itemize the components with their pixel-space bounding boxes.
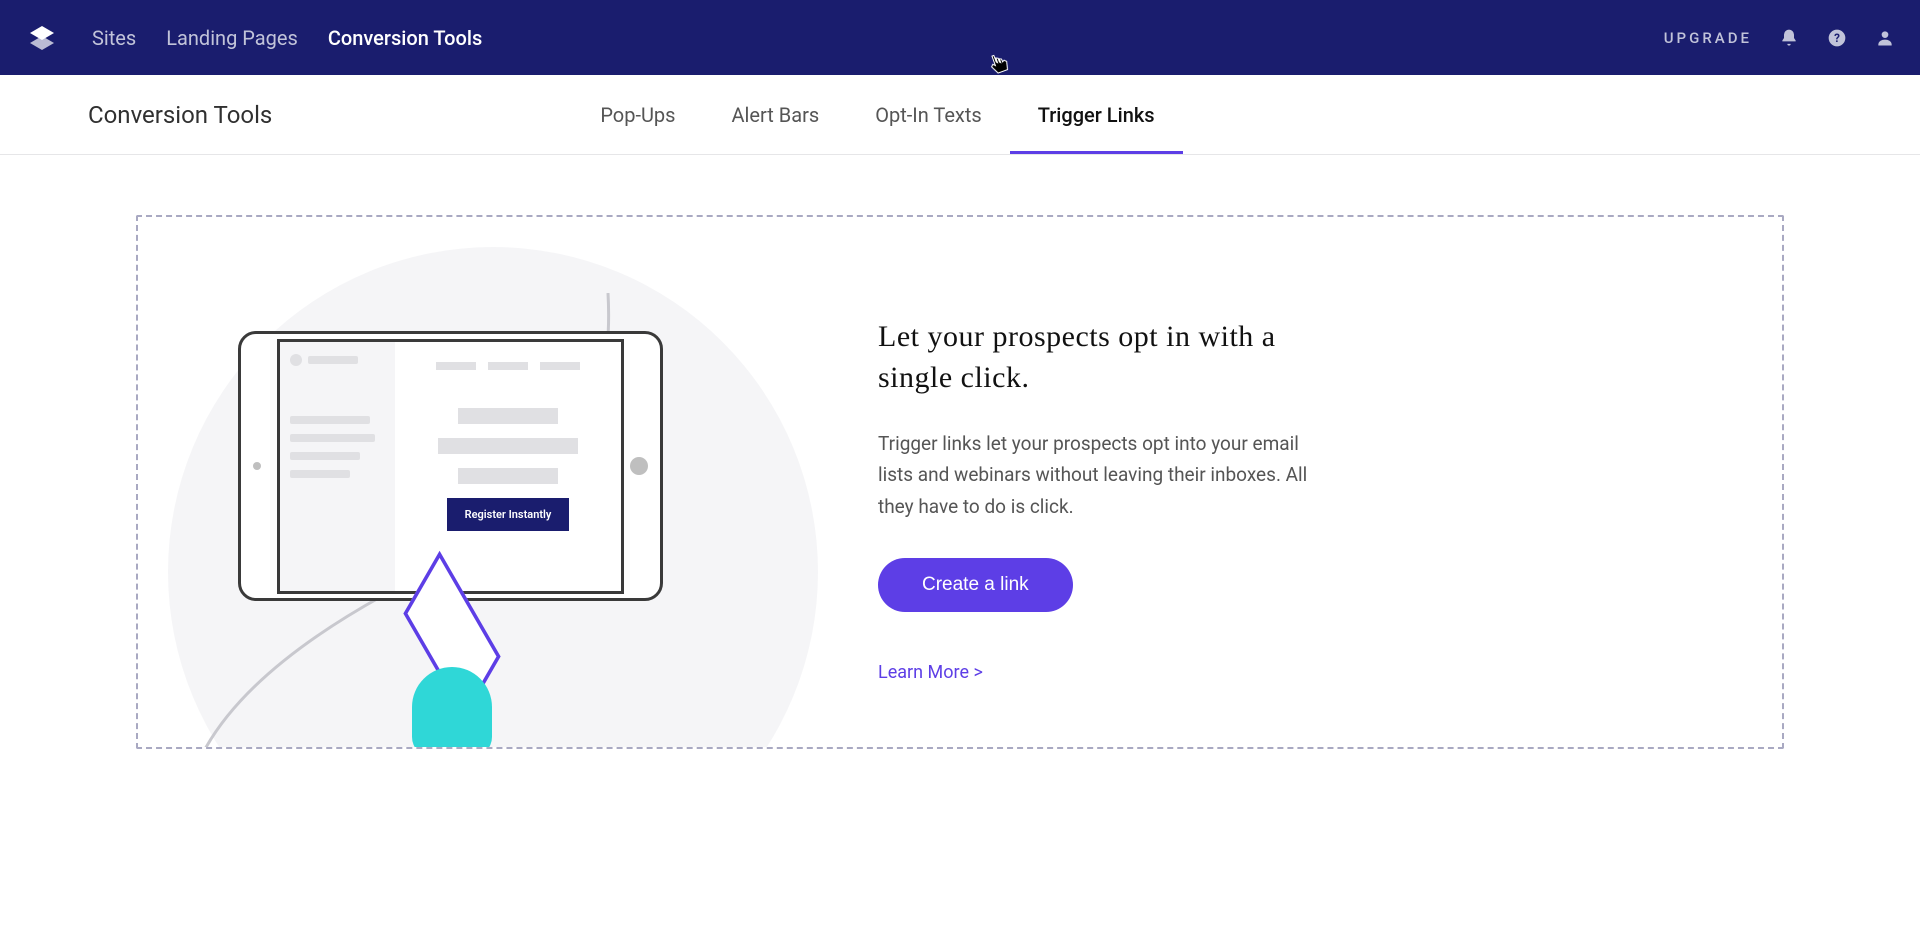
panel-description: Trigger links let your prospects opt int… [878,428,1318,522]
upgrade-link[interactable]: UPGRADE [1664,29,1752,47]
logo-icon[interactable] [24,20,60,56]
sub-navbar: Conversion Tools Pop-Ups Alert Bars Opt-… [0,75,1920,155]
learn-more-link[interactable]: Learn More > [878,662,1318,683]
user-icon[interactable] [1874,27,1896,49]
top-nav-links: Sites Landing Pages Conversion Tools [92,26,1664,50]
illustration-cta: Register Instantly [447,498,570,531]
create-link-button[interactable]: Create a link [878,558,1073,612]
tab-pop-ups[interactable]: Pop-Ups [572,75,703,154]
help-icon[interactable]: ? [1826,27,1848,49]
tab-alert-bars[interactable]: Alert Bars [704,75,848,154]
teal-shape-icon [412,667,492,749]
subnav-title: Conversion Tools [88,101,272,129]
panel-headline: Let your prospects opt in with a single … [878,317,1318,398]
tab-opt-in-texts[interactable]: Opt-In Texts [847,75,1009,154]
bell-icon[interactable] [1778,27,1800,49]
top-navbar: Sites Landing Pages Conversion Tools UPG… [0,0,1920,75]
tablet-illustration: Register Instantly [238,331,663,601]
illustration: Register Instantly [168,247,818,747]
nav-link-landing-pages[interactable]: Landing Pages [166,26,298,50]
empty-state-panel: Register Instantly Let your prospects op… [136,215,1784,749]
subnav-tabs: Pop-Ups Alert Bars Opt-In Texts Trigger … [572,75,1182,154]
nav-link-sites[interactable]: Sites [92,26,136,50]
nav-link-conversion-tools[interactable]: Conversion Tools [328,26,482,50]
content-area: Register Instantly Let your prospects op… [0,155,1920,789]
top-nav-right: UPGRADE ? [1664,27,1896,49]
panel-text-column: Let your prospects opt in with a single … [878,247,1318,747]
svg-text:?: ? [1834,31,1840,45]
tab-trigger-links[interactable]: Trigger Links [1010,75,1183,154]
